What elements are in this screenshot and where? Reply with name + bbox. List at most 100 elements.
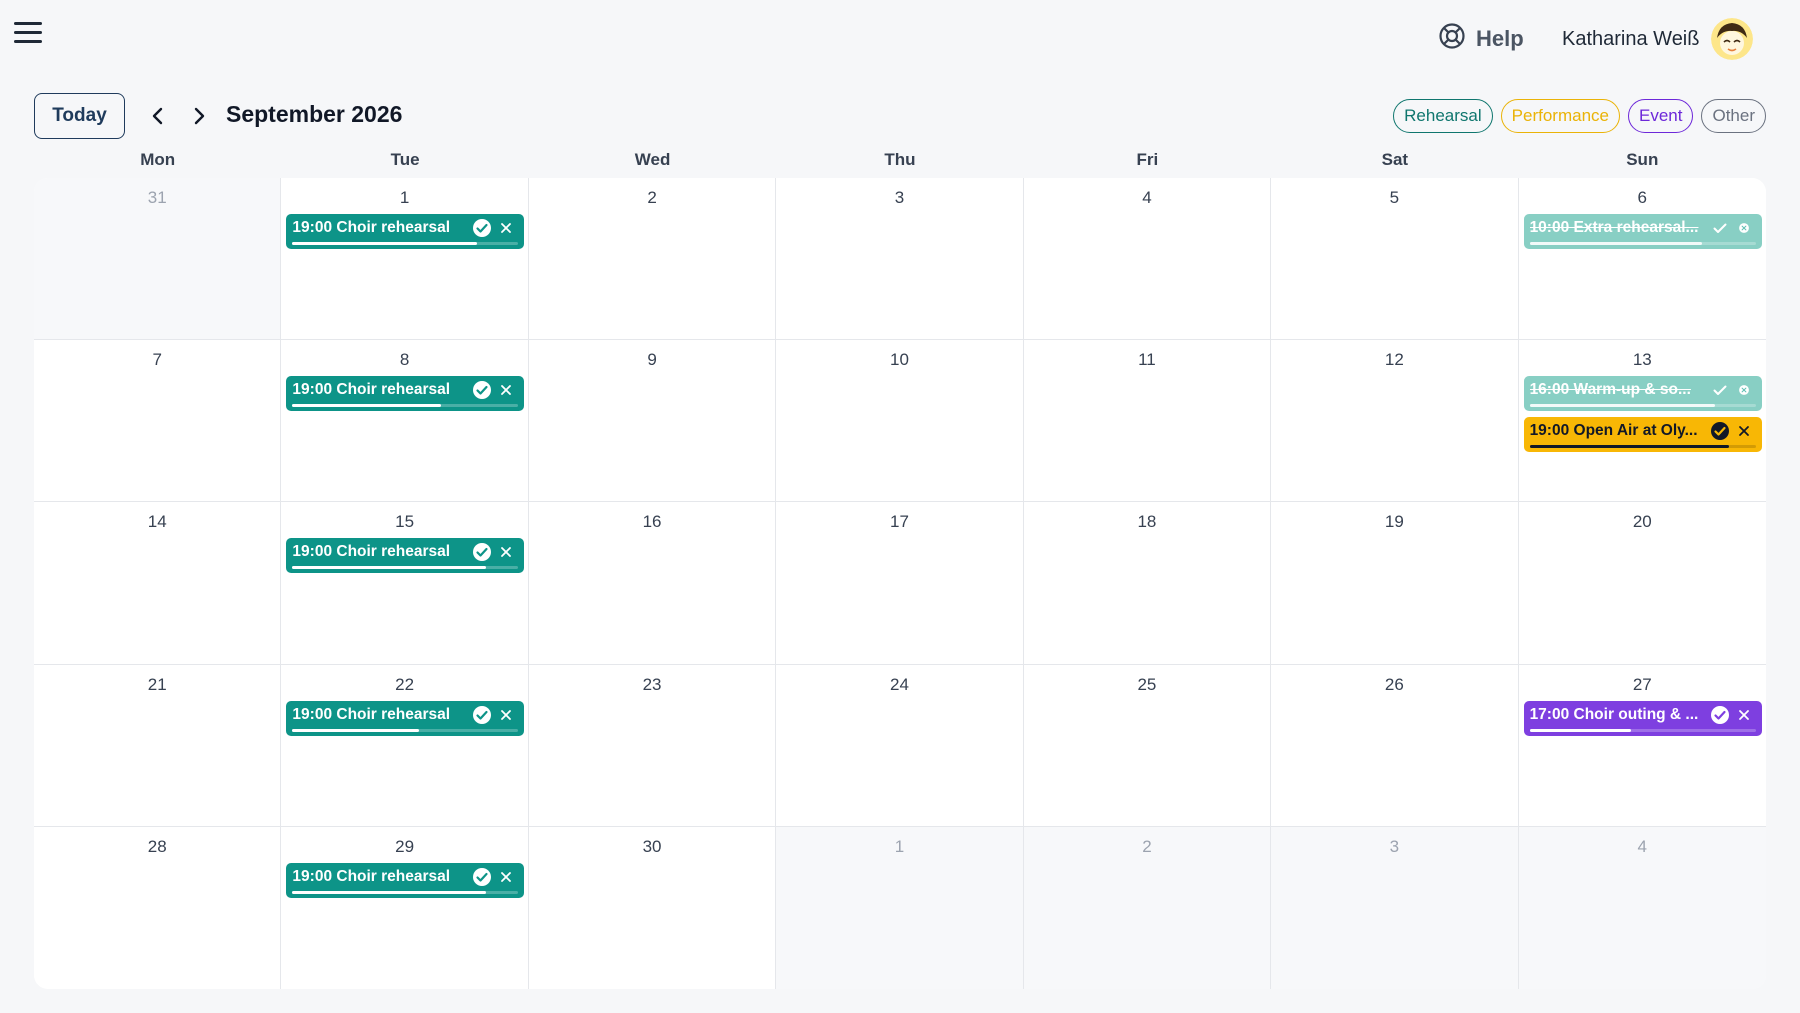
day-cell[interactable]: 21: [34, 664, 282, 827]
event-chip[interactable]: 19:00 Open Air at Oly...: [1523, 417, 1762, 453]
confirm-check-icon[interactable]: [470, 705, 494, 725]
help-button[interactable]: Help: [1438, 22, 1524, 55]
day-number: 28: [147, 836, 167, 856]
dismiss-close-icon[interactable]: [494, 705, 518, 725]
event-progress-fill: [1529, 404, 1716, 408]
legend-chip-rehearsal[interactable]: Rehearsal: [1393, 99, 1493, 133]
day-cell[interactable]: 2: [528, 178, 777, 341]
event-chip[interactable]: 19:00 Choir rehearsal: [286, 862, 524, 898]
day-cell[interactable]: 16: [528, 502, 777, 665]
day-number: 2: [1142, 836, 1152, 856]
legend-chip-event[interactable]: Event: [1627, 99, 1694, 133]
day-cell[interactable]: 12: [1271, 340, 1519, 503]
event-title: 19:00 Choir rehearsal: [292, 219, 451, 236]
confirm-check-icon[interactable]: [470, 542, 494, 562]
user-menu[interactable]: Katharina Weiß: [1562, 18, 1754, 60]
day-cell[interactable]: 3: [776, 178, 1024, 341]
day-cell[interactable]: 13 16:00 Warm-up & so... 19:00 Open Air …: [1518, 340, 1766, 503]
event-chip[interactable]: 17:00 Choir outing & ...: [1523, 700, 1762, 736]
help-label: Help: [1476, 25, 1524, 51]
day-cell[interactable]: 27 17:00 Choir outing & ...: [1518, 664, 1766, 827]
day-cell[interactable]: 20: [1518, 502, 1766, 665]
day-number: 19: [1384, 512, 1404, 532]
confirm-check-icon[interactable]: [470, 867, 494, 887]
day-cell[interactable]: 1: [776, 826, 1024, 989]
dismiss-close-icon[interactable]: [494, 542, 518, 562]
event-progress-bar: [292, 728, 518, 732]
event-progress-fill: [1529, 728, 1632, 732]
day-number: 15: [395, 512, 415, 532]
day-cell[interactable]: 31: [34, 178, 282, 341]
confirm-check-icon[interactable]: [1708, 421, 1732, 441]
dismiss-close-icon[interactable]: [1732, 380, 1756, 400]
previous-month-button[interactable]: [145, 102, 171, 130]
day-cell[interactable]: 30: [528, 826, 777, 989]
event-chip[interactable]: 19:00 Choir rehearsal: [286, 214, 524, 249]
event-progress-bar: [1529, 404, 1756, 408]
day-cell[interactable]: 3: [1271, 826, 1519, 989]
dismiss-close-icon[interactable]: [494, 380, 518, 400]
confirm-check-icon[interactable]: [1708, 218, 1732, 238]
day-number: 5: [1389, 188, 1400, 207]
day-cell[interactable]: 10: [776, 340, 1024, 503]
month-title: September 2026: [226, 101, 403, 127]
day-cell[interactable]: 2: [1023, 826, 1272, 989]
dismiss-close-icon[interactable]: [1732, 705, 1756, 725]
day-cell[interactable]: 18: [1023, 502, 1272, 665]
event-chip[interactable]: 19:00 Choir rehearsal: [286, 700, 524, 736]
day-cell[interactable]: 1 19:00 Choir rehearsal: [281, 178, 529, 341]
today-button[interactable]: Today: [34, 93, 125, 139]
day-cell[interactable]: 26: [1271, 664, 1519, 827]
event-progress-fill: [1529, 242, 1702, 245]
day-number: 4: [1142, 188, 1152, 207]
day-number: 2: [647, 188, 657, 207]
day-cell[interactable]: 22 19:00 Choir rehearsal: [281, 664, 529, 827]
day-number: 9: [647, 350, 657, 370]
legend-chip-performance[interactable]: Performance: [1500, 99, 1620, 133]
day-cell[interactable]: 7: [34, 340, 282, 503]
confirm-check-icon[interactable]: [1708, 705, 1732, 725]
day-number: 29: [395, 836, 415, 856]
dismiss-close-icon[interactable]: [1732, 421, 1756, 441]
day-number: 18: [1137, 512, 1157, 532]
day-cell[interactable]: 23: [528, 664, 777, 827]
event-title: 19:00 Open Air at Oly...: [1529, 422, 1698, 440]
confirm-check-icon[interactable]: [470, 218, 494, 238]
day-cell[interactable]: 25: [1023, 664, 1272, 827]
legend: Rehearsal Performance Event Other: [1393, 99, 1766, 133]
weekday-header: Mon Tue Wed Thu Fri Sat Sun: [34, 150, 1766, 170]
day-cell[interactable]: 28: [34, 826, 282, 989]
legend-chip-other[interactable]: Other: [1701, 99, 1766, 133]
dismiss-close-icon[interactable]: [494, 218, 518, 238]
day-cell[interactable]: 17: [776, 502, 1024, 665]
event-progress-fill: [292, 404, 442, 408]
day-cell[interactable]: 11: [1023, 340, 1272, 503]
day-cell[interactable]: 4: [1023, 178, 1272, 341]
confirm-check-icon[interactable]: [470, 380, 494, 400]
day-cell[interactable]: 15 19:00 Choir rehearsal: [281, 502, 529, 665]
day-number: 1: [399, 188, 410, 207]
day-cell[interactable]: 4: [1518, 826, 1766, 989]
day-number: 1: [894, 836, 905, 856]
day-cell[interactable]: 5: [1271, 178, 1519, 341]
dismiss-close-icon[interactable]: [1732, 218, 1756, 238]
day-cell[interactable]: 8 19:00 Choir rehearsal: [281, 340, 529, 503]
event-chip[interactable]: 19:00 Choir rehearsal: [286, 376, 524, 412]
avatar[interactable]: [1711, 18, 1754, 60]
day-cell[interactable]: 29 19:00 Choir rehearsal: [281, 826, 529, 989]
event-chip[interactable]: 19:00 Choir rehearsal: [286, 538, 524, 574]
event-chip[interactable]: 16:00 Warm-up & so...: [1523, 376, 1762, 412]
confirm-check-icon[interactable]: [1708, 380, 1732, 400]
day-cell[interactable]: 6 10:00 Extra rehearsal...: [1518, 178, 1766, 341]
day-cell[interactable]: 14: [34, 502, 282, 665]
day-cell[interactable]: 24: [776, 664, 1024, 827]
weekday-sat: Sat: [1381, 150, 1409, 169]
day-cell[interactable]: 19: [1271, 502, 1519, 665]
event-chip[interactable]: 10:00 Extra rehearsal...: [1523, 214, 1762, 249]
dismiss-close-icon[interactable]: [494, 867, 518, 887]
hamburger-menu-icon[interactable]: [14, 22, 42, 44]
next-month-button[interactable]: [186, 102, 212, 130]
day-cell[interactable]: 9: [528, 340, 777, 503]
event-title: 19:00 Choir rehearsal: [292, 543, 451, 561]
day-number: 12: [1384, 350, 1404, 370]
